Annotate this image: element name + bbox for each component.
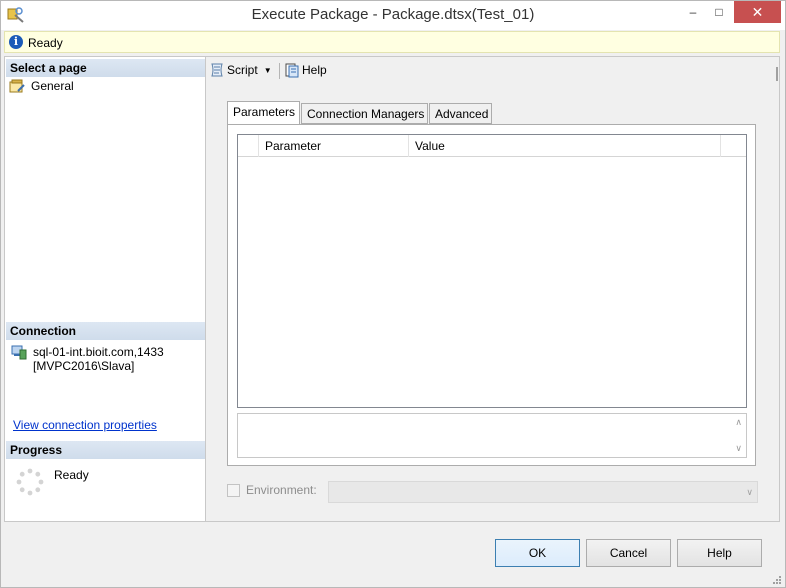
- status-text: Ready: [28, 36, 63, 50]
- properties-page-icon: [9, 79, 25, 93]
- progress-header: Progress: [6, 441, 205, 459]
- help-toolbar-label: Help: [302, 63, 327, 77]
- script-label: Script: [227, 63, 258, 77]
- help-button[interactable]: Help: [677, 539, 762, 567]
- tab-advanced[interactable]: Advanced: [429, 103, 492, 124]
- column-header-parameter[interactable]: Parameter: [259, 135, 409, 157]
- toolbar-separator: [279, 63, 280, 79]
- view-connection-properties-link[interactable]: View connection properties: [13, 418, 157, 432]
- scrollbar[interactable]: [776, 67, 778, 81]
- close-button[interactable]: ✕: [734, 1, 781, 23]
- grid-header: Parameter Value: [238, 135, 746, 157]
- chevron-down-icon[interactable]: ▼: [264, 66, 272, 75]
- execute-package-window: Execute Package - Package.dtsx(Test_01) …: [0, 0, 786, 588]
- title-bar[interactable]: Execute Package - Package.dtsx(Test_01) …: [1, 1, 785, 30]
- connection-header: Connection: [6, 322, 205, 340]
- maximize-button[interactable]: □: [706, 1, 732, 23]
- script-button[interactable]: Script ▼: [209, 62, 272, 80]
- right-pane: Script ▼ Help Parameters Connection Manag…: [206, 56, 780, 522]
- ok-button[interactable]: OK: [495, 539, 580, 567]
- connection-user: [MVPC2016\Slava]: [33, 359, 135, 373]
- resize-grip-icon[interactable]: [771, 573, 781, 584]
- chevron-down-icon: ∨: [746, 487, 753, 497]
- description-box: ∧ ∨: [237, 413, 747, 458]
- server-connection-icon: [11, 344, 27, 360]
- help-toolbar-button[interactable]: Help: [284, 62, 327, 80]
- environment-checkbox[interactable]: [227, 484, 240, 497]
- parameters-tab-panel: Parameter Value ∧ ∨: [227, 124, 756, 466]
- spinner-icon: [15, 467, 45, 497]
- parameters-grid[interactable]: Parameter Value: [237, 134, 747, 408]
- environment-label: Environment:: [246, 483, 317, 497]
- cancel-button[interactable]: Cancel: [586, 539, 671, 567]
- minimize-button[interactable]: –: [680, 1, 706, 23]
- scroll-up-icon[interactable]: ∧: [735, 417, 742, 428]
- help-book-icon: [284, 62, 300, 78]
- tab-connection-managers[interactable]: Connection Managers: [301, 103, 428, 124]
- column-header-filler: [721, 135, 746, 157]
- info-icon: i: [9, 35, 23, 49]
- left-pane: Select a page General Connection sql-01-…: [4, 56, 206, 522]
- connection-server: sql-01-int.bioit.com,1433: [33, 345, 164, 359]
- row-header-cell: [238, 135, 259, 157]
- column-header-value[interactable]: Value: [409, 135, 721, 157]
- status-bar: i Ready: [4, 31, 780, 53]
- scroll-down-icon[interactable]: ∨: [735, 443, 742, 454]
- page-label-general: General: [31, 79, 74, 93]
- window-title: Execute Package - Package.dtsx(Test_01): [251, 6, 535, 23]
- select-page-header: Select a page: [6, 59, 205, 77]
- tab-parameters[interactable]: Parameters: [227, 101, 300, 125]
- progress-status: Ready: [54, 468, 89, 482]
- script-icon: [209, 62, 225, 78]
- environment-dropdown[interactable]: ∨: [328, 481, 758, 503]
